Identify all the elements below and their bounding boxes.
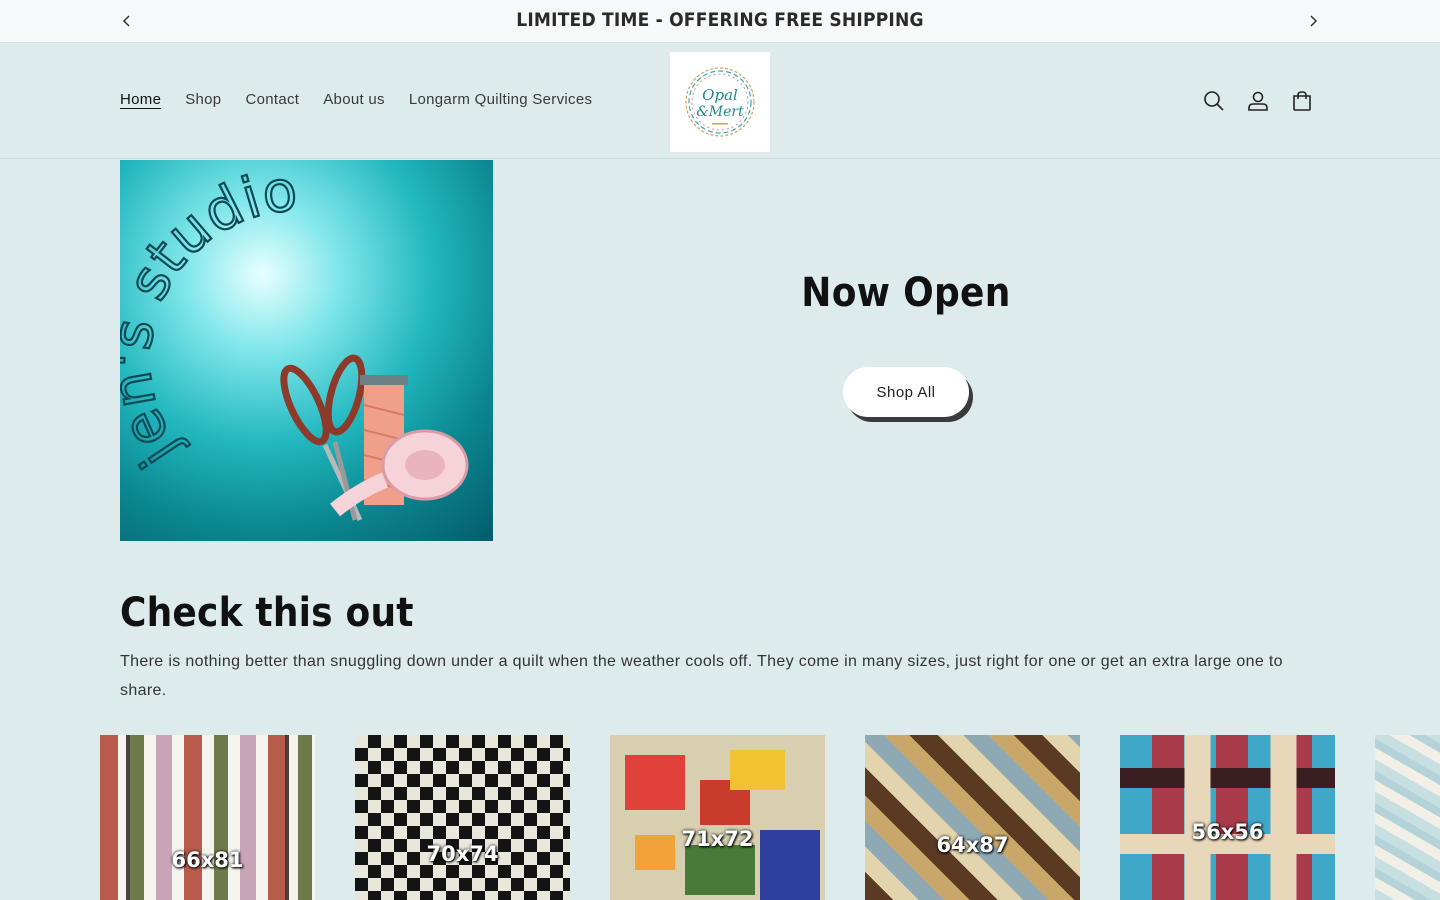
svg-text:jen's studio: jen's studio: [120, 160, 301, 480]
product-card[interactable]: 56x56: [1120, 735, 1335, 900]
hero-title: Now Open: [801, 270, 1011, 316]
search-icon: [1204, 91, 1224, 111]
nav-item-home[interactable]: Home: [120, 91, 161, 108]
site-logo[interactable]: Opal &Mert: [670, 52, 770, 152]
cart-button[interactable]: [1288, 87, 1316, 115]
nav-item-about-us[interactable]: About us: [323, 91, 385, 108]
next-announcement-button[interactable]: [1300, 8, 1326, 34]
logo-mark: Opal &Mert: [685, 67, 755, 137]
product-card[interactable]: 70x74: [355, 735, 570, 900]
account-button[interactable]: [1244, 87, 1272, 115]
product-size-label: 66x81: [171, 848, 244, 872]
product-card[interactable]: 66x81: [100, 735, 315, 900]
product-card[interactable]: 71x72: [610, 735, 825, 900]
nav-item-longarm-quilting[interactable]: Longarm Quilting Services: [409, 91, 592, 108]
hero-image-text: jen's studio: [120, 160, 302, 481]
announcement-bar: LIMITED TIME - OFFERING FREE SHIPPING: [0, 0, 1440, 43]
product-size-label: 56x56: [1191, 820, 1264, 844]
shop-all-button[interactable]: Shop All: [843, 367, 969, 417]
account-icon: [1248, 91, 1268, 111]
svg-text:Opal: Opal: [702, 86, 738, 104]
product-size-label: 64x87: [936, 833, 1009, 857]
hero-artwork: jen's studio: [120, 160, 469, 522]
nav-item-shop[interactable]: Shop: [185, 91, 221, 108]
cart-icon: [1293, 91, 1311, 111]
product-size-label: 70x74: [426, 842, 499, 866]
hero-image: jen's studio: [120, 160, 493, 541]
nav-item-contact[interactable]: Contact: [245, 91, 299, 108]
product-card[interactable]: [1375, 735, 1440, 900]
chevron-right-icon: [1310, 15, 1318, 27]
section-title: Check this out: [120, 590, 414, 636]
announcement-text: LIMITED TIME - OFFERING FREE SHIPPING: [516, 9, 924, 31]
section-description: There is nothing better than snuggling d…: [120, 653, 1283, 699]
main-nav: Home Shop Contact About us Longarm Quilt…: [120, 91, 616, 108]
site-header: Home Shop Contact About us Longarm Quilt…: [0, 44, 1440, 159]
product-size-label: 71x72: [681, 827, 754, 851]
svg-text:&Mert: &Mert: [696, 104, 744, 120]
product-card[interactable]: 64x87: [865, 735, 1080, 900]
search-button[interactable]: [1200, 87, 1228, 115]
